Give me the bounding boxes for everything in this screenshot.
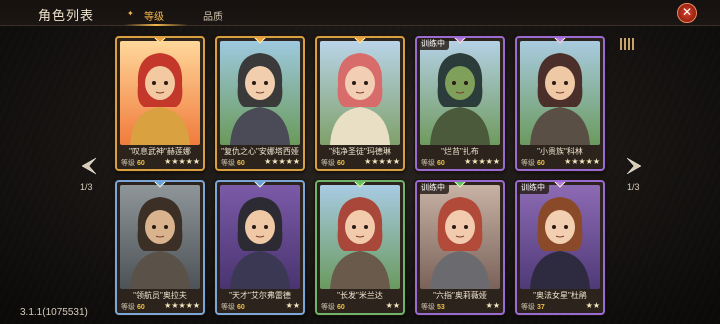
- level-row: 等级 53: [421, 302, 445, 312]
- character-name: "烂苔"扎布: [441, 147, 479, 156]
- level-label: 等级: [221, 304, 235, 311]
- level-value: 60: [137, 160, 145, 167]
- character-card[interactable]: 训练中 "烂苔"扎布 等级 60 ★★★★★: [415, 36, 505, 171]
- character-name: "复仇之心"安娜塔西娅: [221, 147, 299, 156]
- level-row: 等级 60: [221, 302, 245, 312]
- page-indicator-left: 1/3: [80, 182, 93, 192]
- character-name: "天才"艾尔弗雷德: [229, 291, 291, 300]
- level-value: 60: [237, 304, 245, 311]
- star-rating: ★★★★★: [564, 157, 600, 166]
- star-rating: ★★: [385, 301, 400, 310]
- filter-icon[interactable]: [620, 38, 634, 50]
- character-card[interactable]: "叹息武神"赫莲娜 等级 60 ★★★★★: [115, 36, 205, 171]
- star-rating: ★★★★★: [464, 157, 500, 166]
- star-rating: ★★★★★: [364, 157, 400, 166]
- level-value: 60: [337, 160, 345, 167]
- training-badge: 训练中: [417, 38, 449, 50]
- level-label: 等级: [321, 304, 335, 311]
- character-card[interactable]: "领航员"奥拉夫 等级 60 ★★★★★: [115, 180, 205, 315]
- star-rating: ★★: [285, 301, 300, 310]
- character-portrait: [320, 41, 400, 145]
- character-portrait: [220, 41, 300, 145]
- version-label: 3.1.1(1075531): [20, 307, 88, 318]
- character-card[interactable]: "纯净圣徒"玛德琳 等级 60 ★★★★★: [315, 36, 405, 171]
- tab-active-marker-icon: ✦: [127, 9, 134, 18]
- character-portrait: [420, 185, 500, 289]
- page-title: 角色列表: [38, 8, 95, 23]
- character-card[interactable]: 训练中 "奥法女星"杜鹃 等级 37 ★★: [515, 180, 605, 315]
- character-name: "叹息武神"赫莲娜: [129, 147, 191, 156]
- character-card[interactable]: "复仇之心"安娜塔西娅 等级 60 ★★★★★: [215, 36, 305, 171]
- tab-quality[interactable]: 品质: [203, 8, 223, 23]
- level-value: 37: [537, 304, 545, 311]
- level-label: 等级: [321, 160, 335, 167]
- star-rating: ★★: [485, 301, 500, 310]
- page-indicator-right: 1/3: [627, 182, 640, 192]
- tab-level[interactable]: 等级: [144, 8, 164, 23]
- character-portrait: [120, 185, 200, 289]
- prev-page-arrow-icon[interactable]: [76, 154, 100, 178]
- character-card[interactable]: "天才"艾尔弗雷德 等级 60 ★★: [215, 180, 305, 315]
- level-row: 等级 60: [421, 158, 445, 168]
- star-rating: ★★: [585, 301, 600, 310]
- training-badge: 训练中: [417, 182, 449, 194]
- level-row: 等级 37: [521, 302, 545, 312]
- character-name: "六指"奥莉薇娅: [433, 291, 487, 300]
- character-card[interactable]: 训练中 "六指"奥莉薇娅 等级 53 ★★: [415, 180, 505, 315]
- character-name: "小贵族"科林: [537, 147, 583, 156]
- level-label: 等级: [121, 160, 135, 167]
- level-label: 等级: [221, 160, 235, 167]
- level-row: 等级 60: [121, 302, 145, 312]
- character-portrait: [420, 41, 500, 145]
- level-row: 等级 60: [521, 158, 545, 168]
- character-name: "纯净圣徒"玛德琳: [329, 147, 391, 156]
- level-value: 60: [137, 304, 145, 311]
- level-value: 60: [437, 160, 445, 167]
- training-badge: 训练中: [517, 182, 549, 194]
- character-portrait: [520, 185, 600, 289]
- level-value: 60: [337, 304, 345, 311]
- character-portrait: [120, 41, 200, 145]
- character-portrait: [220, 185, 300, 289]
- character-name: "领航员"奥拉夫: [133, 291, 187, 300]
- tab-active-underline: [124, 24, 188, 26]
- level-label: 等级: [121, 304, 135, 311]
- star-rating: ★★★★★: [264, 157, 300, 166]
- character-portrait: [520, 41, 600, 145]
- next-page-arrow-icon[interactable]: [623, 154, 647, 178]
- level-value: 60: [237, 160, 245, 167]
- star-rating: ★★★★★: [164, 301, 200, 310]
- character-portrait: [320, 185, 400, 289]
- level-row: 等级 60: [321, 158, 345, 168]
- level-label: 等级: [421, 304, 435, 311]
- level-label: 等级: [421, 160, 435, 167]
- header-bar: 角色列表 ✦ 等级 品质 ✕: [0, 0, 720, 26]
- character-card[interactable]: "长发"米兰达 等级 60 ★★: [315, 180, 405, 315]
- level-label: 等级: [521, 160, 535, 167]
- level-value: 60: [537, 160, 545, 167]
- level-value: 53: [437, 304, 445, 311]
- character-name: "奥法女星"杜鹃: [533, 291, 587, 300]
- level-row: 等级 60: [221, 158, 245, 168]
- star-rating: ★★★★★: [164, 157, 200, 166]
- level-row: 等级 60: [121, 158, 145, 168]
- level-row: 等级 60: [321, 302, 345, 312]
- close-button[interactable]: ✕: [677, 3, 697, 23]
- character-card[interactable]: "小贵族"科林 等级 60 ★★★★★: [515, 36, 605, 171]
- character-name: "长发"米兰达: [337, 291, 383, 300]
- level-label: 等级: [521, 304, 535, 311]
